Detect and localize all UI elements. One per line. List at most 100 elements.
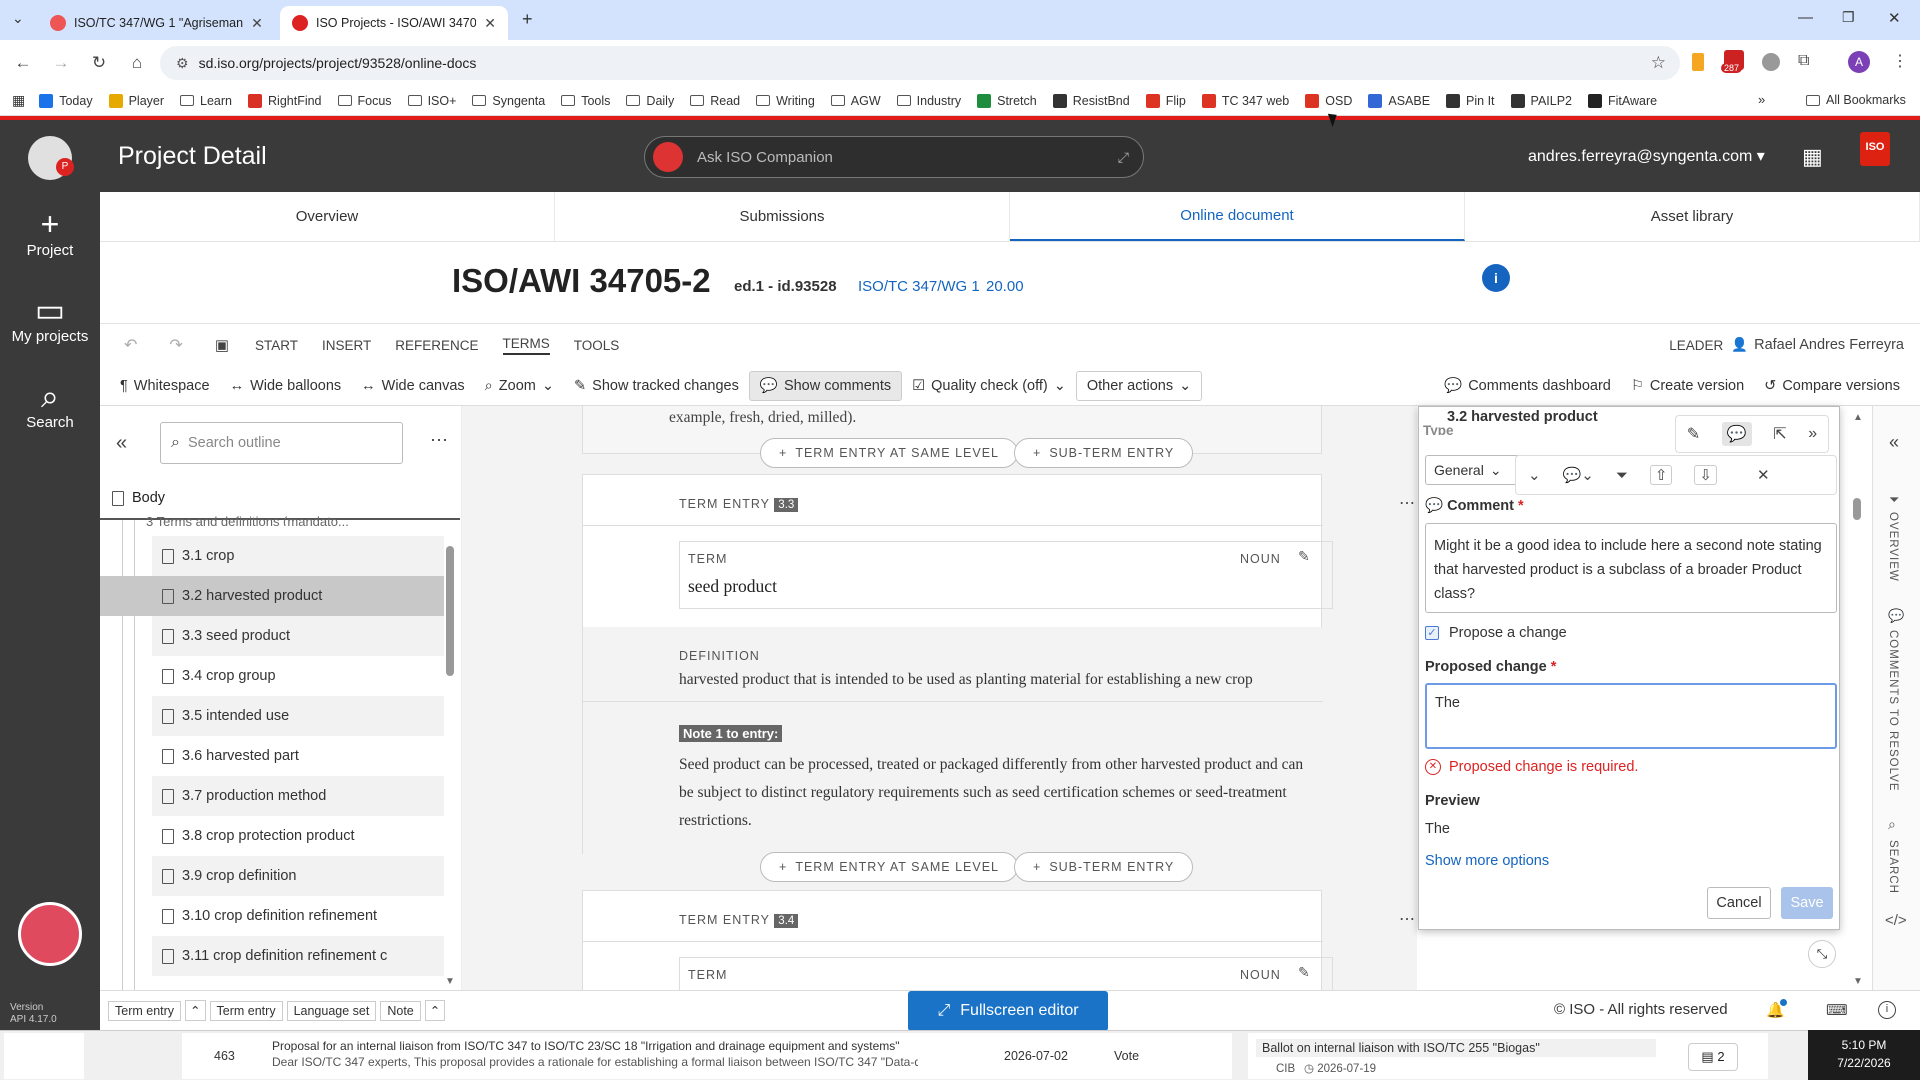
edit-icon[interactable]: ✎ [1687, 424, 1700, 444]
forward-icon[interactable]: → [46, 53, 76, 73]
apps-grid-icon[interactable]: ▦ [1802, 144, 1823, 170]
collapse-all-icon[interactable]: ⌄ [1528, 466, 1541, 484]
user-menu[interactable]: andres.ferreyra@syngenta.com ▾ [1528, 146, 1765, 166]
whitespace-button[interactable]: ¶ Whitespace [110, 371, 220, 401]
bookmark-item[interactable]: Pin It [1446, 93, 1495, 108]
wide-canvas-button[interactable]: ↔ Wide canvas [351, 371, 475, 401]
add-sub-term-button[interactable]: + SUB-TERM ENTRY [1014, 438, 1194, 468]
show-tracked-changes-button[interactable]: ✎ Show tracked changes [564, 371, 749, 401]
checkbox-checked-icon[interactable]: ✓ [1425, 626, 1439, 640]
taskbar-clock[interactable]: 5:10 PM 7/22/2026 [1808, 1030, 1920, 1080]
bookmark-item[interactable]: Tools [561, 94, 610, 108]
bookmark-item[interactable]: RightFind [248, 93, 322, 108]
companion-input[interactable]: Ask ISO Companion ⤢ [644, 136, 1144, 178]
back-icon[interactable]: ← [8, 53, 38, 73]
comment-icon[interactable]: 💬 [1721, 422, 1752, 446]
row-title[interactable]: Proposal for an internal liaison from IS… [272, 1039, 900, 1053]
sidebar-item-project[interactable]: + Project [0, 206, 100, 259]
zoom-dropdown[interactable]: ⌕ Zoom ⌄ [475, 371, 564, 401]
tab-submissions[interactable]: Submissions [555, 192, 1010, 241]
show-comments-button[interactable]: 💬 Show comments [748, 370, 903, 401]
expand-icon[interactable]: ⤢ [1118, 149, 1129, 166]
profile-avatar[interactable]: A [1848, 51, 1870, 73]
search-outline-input[interactable]: ⌕ Search outline [160, 422, 403, 464]
previous-comment-icon[interactable]: ⇧ [1649, 465, 1673, 485]
cancel-button[interactable]: Cancel [1707, 887, 1771, 919]
menu-reference[interactable]: REFERENCE [395, 338, 478, 353]
tab-overview[interactable]: Overview [100, 192, 555, 241]
browser-tab[interactable]: ISO/TC 347/WG 1 "Agriseman ✕ [38, 6, 274, 40]
site-info-icon[interactable]: ⚙ [176, 55, 189, 72]
outline-item[interactable]: 3.7 production method [152, 776, 444, 816]
keyboard-icon[interactable]: ⌨ [1826, 1001, 1848, 1019]
other-actions-dropdown[interactable]: Other actions ⌄ [1075, 370, 1203, 401]
menu-insert[interactable]: INSERT [322, 338, 371, 353]
create-version-button[interactable]: ⚐ Create version [1621, 371, 1754, 401]
info-icon[interactable]: i [1878, 1001, 1896, 1019]
bookmark-item[interactable]: AGW [830, 94, 881, 108]
tab-online-document[interactable]: Online document [1010, 192, 1465, 241]
save-button[interactable]: Save [1781, 887, 1833, 919]
sidebar-item-search[interactable]: ⌕ Search [0, 378, 100, 431]
new-tab-icon[interactable]: + [522, 9, 533, 30]
chevron-up-icon[interactable]: ⌃ [185, 1000, 206, 1021]
iso-logo[interactable]: ISO [1860, 132, 1890, 166]
outline-item[interactable]: 3.9 crop definition [152, 856, 444, 896]
ballot-card[interactable]: Ballot on internal liaison with ISO/TC 2… [1248, 1033, 1768, 1079]
extensions-puzzle-icon[interactable]: ⧉ [1798, 52, 1809, 70]
bookmark-item[interactable]: Player [108, 93, 164, 108]
apps-grid-icon[interactable]: ▦ [12, 92, 25, 109]
more-bookmarks-icon[interactable]: » [1758, 92, 1765, 107]
comments-dashboard-button[interactable]: 💬 Comments dashboard [1434, 371, 1621, 401]
collapse-panel-icon[interactable]: « [116, 432, 127, 455]
table-row[interactable]: 463 Proposal for an internal liaison fro… [182, 1033, 1232, 1079]
scroll-down-icon[interactable]: ▼ [1853, 976, 1863, 987]
more-options-icon[interactable]: ⋯ [1399, 493, 1415, 513]
redo-icon[interactable]: ↷ [169, 335, 182, 355]
rail-tab-search[interactable]: SEARCH [1887, 840, 1899, 894]
quality-check-dropdown[interactable]: ☑ Quality check (off) ⌄ [902, 371, 1076, 401]
outline-scrollbar[interactable] [446, 546, 454, 676]
add-term-same-level-button[interactable]: + TERM ENTRY AT SAME LEVEL [760, 438, 1018, 468]
companion-globe-icon[interactable] [18, 902, 82, 966]
window-close-icon[interactable]: ✕ [1888, 9, 1901, 27]
edit-icon[interactable]: ✎ [1298, 548, 1310, 565]
outline-item[interactable]: 3.1 crop [152, 536, 444, 576]
rail-tab-overview[interactable]: OVERVIEW [1887, 512, 1899, 582]
bookmark-item[interactable]: Learn [180, 94, 232, 108]
chevron-up-icon[interactable]: ⌃ [424, 1000, 446, 1021]
bookmark-item[interactable]: ASABE [1368, 93, 1430, 108]
add-term-same-level-button[interactable]: + TERM ENTRY AT SAME LEVEL [760, 852, 1018, 882]
propose-change-checkbox[interactable]: ✓ Propose a change [1425, 625, 1567, 641]
outline-item[interactable]: 3.11 crop definition refinement c [152, 936, 444, 976]
undo-icon[interactable]: ↶ [124, 335, 137, 355]
outline-item[interactable]: 3.3 seed product [152, 616, 444, 656]
compare-versions-button[interactable]: ↺ Compare versions [1754, 371, 1910, 401]
bookmark-item[interactable]: FitAware [1588, 93, 1657, 108]
document-count-badge[interactable]: ▤ 2 [1688, 1043, 1738, 1071]
definition-text[interactable]: harvested product that is intended to be… [679, 671, 1253, 689]
close-icon[interactable]: ✕ [484, 15, 496, 32]
outline-item[interactable]: 3.5 intended use [152, 696, 444, 736]
bookmark-item[interactable]: ResistBnd [1052, 93, 1130, 108]
home-icon[interactable]: ⌂ [122, 53, 152, 73]
expand-right-icon[interactable]: » [1808, 425, 1817, 443]
filter-icon[interactable]: ⏷ [1616, 467, 1628, 484]
outline-item[interactable]: 3.2 harvested product [100, 576, 444, 616]
bookmark-item[interactable]: Read [690, 94, 740, 108]
extension-icon[interactable] [1692, 53, 1704, 71]
export-icon[interactable]: ⇱ [1773, 424, 1786, 444]
document-scrollbar[interactable] [1853, 498, 1861, 520]
more-options-icon[interactable]: ⋯ [430, 430, 448, 451]
browser-tab-active[interactable]: ISO Projects - ISO/AWI 34705-2 ✕ [280, 6, 508, 40]
bookmark-item[interactable]: Industry [896, 94, 961, 108]
outline-item[interactable]: 3.6 harvested part [152, 736, 444, 776]
bookmark-item[interactable]: Writing [756, 94, 815, 108]
fullscreen-editor-button[interactable]: ⤢ Fullscreen editor [908, 991, 1108, 1031]
scroll-up-icon[interactable]: ▲ [1853, 412, 1863, 423]
browser-menu-icon[interactable]: ⋮ [1892, 51, 1908, 71]
breadcrumb-item[interactable]: Note [380, 1000, 421, 1021]
committee-link[interactable]: ISO/TC 347/WG 1 [858, 278, 980, 295]
sidebar-item-my-projects[interactable]: ▭ My projects [0, 292, 100, 345]
breadcrumb-item[interactable]: Term entry [108, 1000, 182, 1021]
